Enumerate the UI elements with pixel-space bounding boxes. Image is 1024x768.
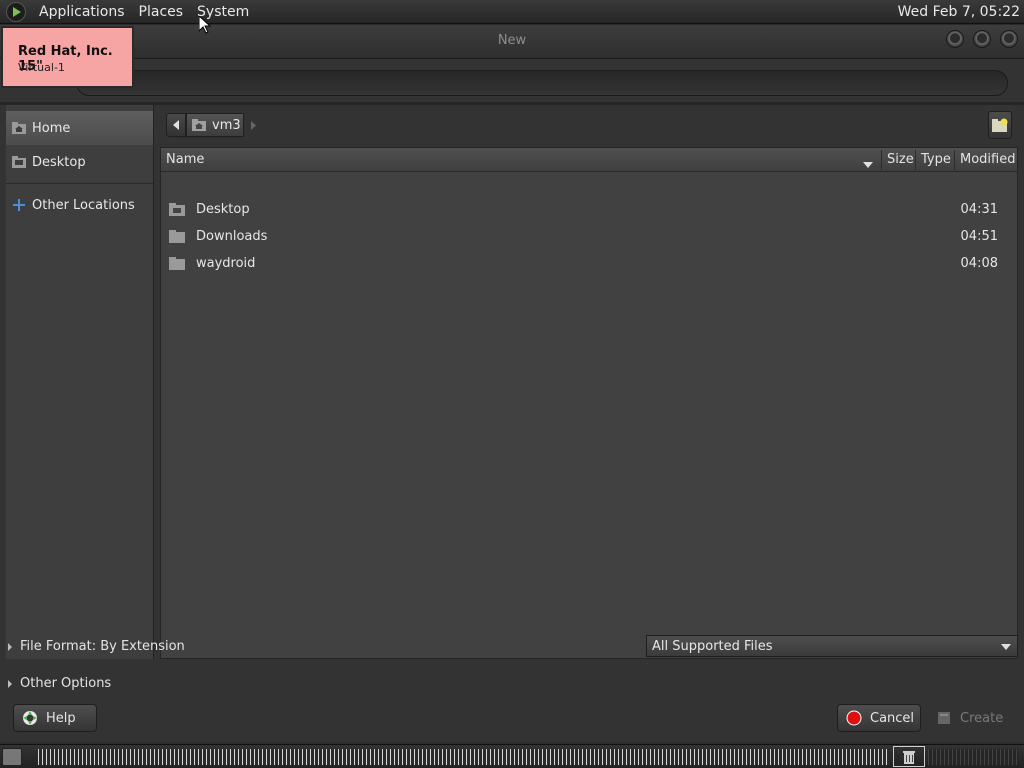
maximize-button[interactable] (973, 30, 991, 48)
file-row-waydroid[interactable]: waydroid 04:08 (161, 251, 1017, 278)
sidebar-item-other-locations[interactable]: Other Locations (6, 188, 153, 222)
create-document-icon (936, 710, 952, 726)
file-chooser-dialog: New Home Desktop Other Locations vm3 Nam… (0, 25, 1024, 742)
column-header-type[interactable]: Type (921, 152, 951, 167)
monitor-identifier-label: Red Hat, Inc. 15" Virtual-1 (1, 26, 134, 88)
path-segment-label: vm3 (212, 117, 241, 133)
file-filter-value: All Supported Files (652, 638, 773, 654)
minimize-button[interactable] (946, 30, 964, 48)
home-folder-icon (192, 119, 206, 131)
help-button[interactable]: Help (13, 704, 97, 732)
mouse-cursor-icon (198, 14, 212, 38)
help-lifebuoy-icon (22, 710, 38, 726)
sort-descending-icon[interactable] (863, 157, 873, 172)
column-divider (915, 150, 916, 170)
file-row-downloads[interactable]: Downloads 04:51 (161, 224, 1017, 251)
cancel-button-label: Cancel (870, 710, 915, 726)
chevron-down-icon (1001, 644, 1011, 650)
path-back-button[interactable] (166, 113, 186, 137)
folder-icon (169, 257, 185, 274)
other-options-label: Other Options (20, 676, 112, 691)
file-format-expander[interactable]: File Format: By Extension (8, 639, 185, 654)
filename-entry[interactable] (76, 70, 1008, 96)
create-button-label: Create (960, 710, 1004, 726)
window-list[interactable] (38, 749, 890, 765)
path-forward-button[interactable] (244, 113, 262, 137)
desktop-folder-icon (169, 203, 185, 220)
places-menu[interactable]: Places (132, 4, 191, 20)
close-button[interactable] (1000, 30, 1018, 48)
column-header-modified[interactable]: Modified (960, 152, 1015, 167)
create-button[interactable]: Create (928, 704, 1016, 732)
show-desktop-icon[interactable] (2, 748, 22, 766)
new-folder-button[interactable] (988, 111, 1012, 139)
monitor-connector: Virtual-1 (18, 61, 65, 74)
bottom-panel (0, 744, 1024, 768)
top-panel: Applications Places System Wed Feb 7, 05… (0, 0, 1024, 24)
column-header-name[interactable]: Name (166, 152, 204, 167)
home-folder-icon (12, 122, 26, 134)
sidebar-item-desktop[interactable]: Desktop (6, 145, 153, 179)
places-sidebar: Home Desktop Other Locations (6, 105, 154, 659)
applications-menu[interactable]: Applications (32, 4, 132, 20)
new-folder-icon (992, 118, 1008, 132)
file-row-desktop[interactable]: Desktop 04:31 (161, 197, 1017, 224)
sidebar-item-label: Desktop (32, 154, 86, 170)
file-format-label: File Format: By Extension (20, 639, 185, 654)
cancel-icon (846, 710, 862, 726)
file-filter-select[interactable]: All Supported Files (646, 635, 1018, 657)
desktop-folder-icon (12, 156, 26, 168)
list-header: Name Size Type Modified (161, 148, 1017, 172)
sidebar-item-label: Home (32, 120, 71, 136)
chevron-left-icon (173, 120, 179, 130)
help-button-label: Help (46, 710, 76, 726)
column-header-size[interactable]: Size (887, 152, 914, 167)
sidebar-item-label: Other Locations (32, 197, 135, 213)
cancel-button[interactable]: Cancel (837, 704, 921, 732)
window-title: New (497, 33, 527, 48)
sidebar-separator (6, 183, 153, 184)
other-options-expander[interactable]: Other Options (8, 676, 111, 691)
chevron-right-icon (250, 120, 256, 130)
plus-icon (12, 199, 26, 211)
path-segment-vm3[interactable]: vm3 (186, 113, 244, 137)
expander-arrow-icon (8, 679, 12, 688)
expander-arrow-icon (8, 642, 12, 651)
clock[interactable]: Wed Feb 7, 05:22 (898, 4, 1020, 20)
file-name: Downloads (196, 229, 268, 244)
file-modified: 04:08 (960, 256, 998, 271)
folder-icon (169, 230, 185, 247)
workspace-switcher[interactable] (928, 749, 1018, 765)
path-bar: vm3 (160, 105, 1018, 145)
file-list: Name Size Type Modified Desktop 04:31 Do… (160, 147, 1018, 659)
file-name: Desktop (196, 202, 250, 217)
column-divider (954, 150, 955, 170)
column-divider (881, 150, 882, 170)
distro-logo-icon[interactable] (6, 1, 26, 22)
file-name: waydroid (196, 256, 256, 271)
file-modified: 04:51 (960, 229, 998, 244)
sidebar-item-home[interactable]: Home (6, 111, 153, 145)
window-titlebar[interactable]: New (0, 25, 1024, 59)
file-modified: 04:31 (960, 202, 998, 217)
trash-icon[interactable] (893, 746, 925, 767)
